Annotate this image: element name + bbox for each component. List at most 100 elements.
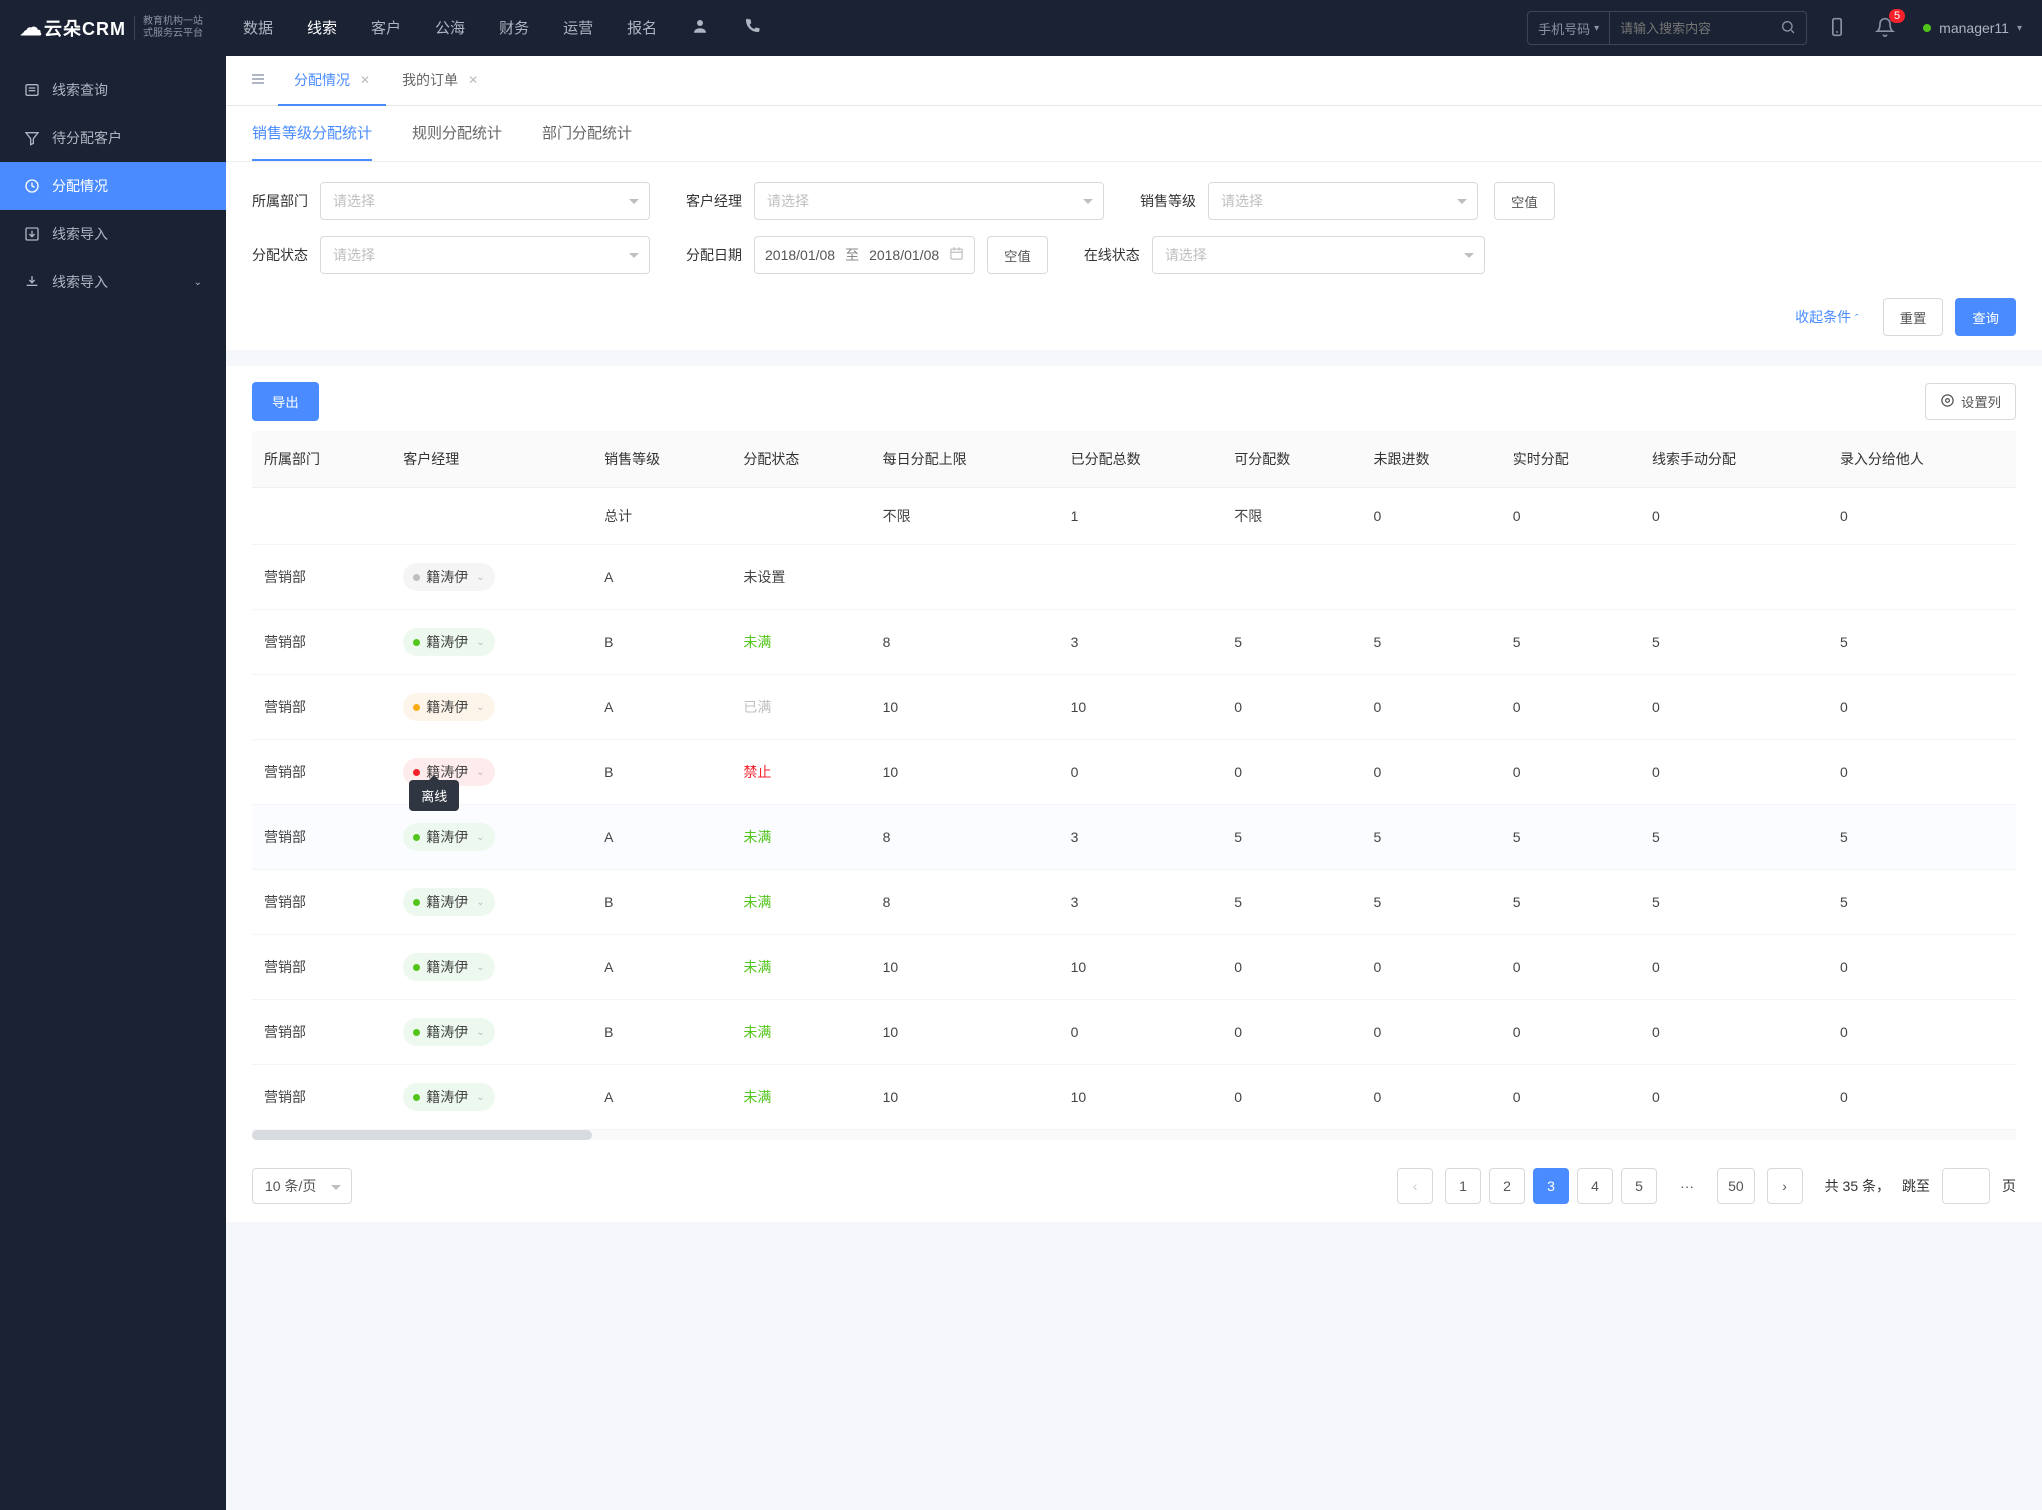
close-icon[interactable]: ✕ (360, 73, 370, 87)
chevron-down-icon: ⌄ (194, 277, 202, 288)
page-4[interactable]: 4 (1577, 1168, 1613, 1204)
columns-button[interactable]: 设置列 (1925, 383, 2016, 420)
online-filter-label: 在线状态 (1084, 245, 1140, 265)
phone-icon[interactable] (1827, 17, 1847, 40)
topmenu-1[interactable]: 线索 (307, 17, 337, 39)
dept-select[interactable]: 请选择 (320, 182, 650, 220)
user-menu[interactable]: manager11 ▾ (1923, 20, 2022, 36)
search-type-select[interactable]: 手机号码▾ (1528, 12, 1610, 44)
col-1: 客户经理 (391, 431, 592, 488)
manager-tag[interactable]: 籍涛伊⌄ (403, 693, 494, 721)
pagination: 10 条/页 ‹ 12345 ··· 50 › 共 35 条， 跳至 页 (226, 1150, 2042, 1222)
table-header-row: 所属部门客户经理销售等级分配状态每日分配上限已分配总数可分配数未跟进数实时分配线… (252, 431, 2016, 488)
table-row: 营销部籍涛伊⌄B未满8355555 (252, 870, 2016, 935)
sidebar-item-4[interactable]: 线索导入 ⌄ (0, 258, 226, 306)
topmenu-3[interactable]: 公海 (435, 17, 465, 39)
level-select[interactable]: 请选择 (1208, 182, 1478, 220)
col-6: 可分配数 (1222, 431, 1361, 488)
calendar-icon (949, 246, 964, 264)
level-empty-button[interactable]: 空值 (1494, 182, 1555, 220)
page-3[interactable]: 3 (1533, 1168, 1569, 1204)
export-button[interactable]: 导出 (252, 382, 319, 421)
table-row: 营销部籍涛伊⌄A未满101000000 (252, 1065, 2016, 1130)
sidebar-item-label: 线索导入 (52, 224, 108, 244)
sub-tab-1[interactable]: 规则分配统计 (412, 106, 502, 161)
collapse-filters-link[interactable]: 收起条件 ˆ (1795, 307, 1859, 327)
sub-tab-2[interactable]: 部门分配统计 (542, 106, 632, 161)
close-icon[interactable]: ✕ (468, 73, 478, 87)
manager-tag[interactable]: 籍涛伊⌄ (403, 1083, 494, 1111)
sidebar-item-0[interactable]: 线索查询 (0, 66, 226, 114)
table-row: 营销部籍涛伊⌄B未满10000000 (252, 1000, 2016, 1065)
chevron-down-icon: ⌄ (476, 962, 484, 973)
logo: ☁ 云朵CRM 教育机构一站式服务云平台 (20, 15, 203, 41)
page-2[interactable]: 2 (1489, 1168, 1525, 1204)
topmenu-4[interactable]: 财务 (499, 17, 529, 39)
table-container: 所属部门客户经理销售等级分配状态每日分配上限已分配总数可分配数未跟进数实时分配线… (226, 431, 2042, 1150)
jump-page-input[interactable] (1942, 1168, 1990, 1204)
bell-icon[interactable]: 5 (1875, 17, 1895, 40)
manager-tag[interactable]: 籍涛伊⌄ (403, 823, 494, 851)
username: manager11 (1939, 20, 2009, 36)
top-menu: 数据 线索 客户 公海 财务 运营 报名 (243, 17, 761, 39)
page-tab-label: 我的订单 (402, 70, 458, 90)
reset-button[interactable]: 重置 (1883, 298, 1944, 336)
horizontal-scrollbar[interactable] (252, 1130, 2016, 1140)
online-dot-icon (1923, 24, 1931, 32)
date-empty-button[interactable]: 空值 (987, 236, 1048, 274)
manager-tag[interactable]: 籍涛伊⌄ (403, 563, 494, 591)
allocation-table: 所属部门客户经理销售等级分配状态每日分配上限已分配总数可分配数未跟进数实时分配线… (252, 431, 2016, 1130)
manager-name: 籍涛伊 (426, 697, 468, 717)
topmenu-6[interactable]: 报名 (627, 17, 657, 39)
search-icon[interactable] (1770, 19, 1806, 38)
manager-tag[interactable]: 籍涛伊⌄ (403, 888, 494, 916)
prev-page-button[interactable]: ‹ (1397, 1168, 1433, 1204)
table-row: 营销部籍涛伊⌄A未设置 (252, 545, 2016, 610)
sidebar-toggle-icon[interactable] (238, 71, 278, 90)
sidebar-item-label: 线索导入 (52, 272, 108, 292)
topmenu-0[interactable]: 数据 (243, 17, 273, 39)
manager-tag[interactable]: 籍涛伊⌄ (403, 953, 494, 981)
page-tab-1[interactable]: 我的订单 ✕ (386, 56, 494, 106)
search-input[interactable] (1610, 21, 1770, 36)
sub-tab-0[interactable]: 销售等级分配统计 (252, 106, 372, 161)
page-1[interactable]: 1 (1445, 1168, 1481, 1204)
status-dot-icon (413, 574, 420, 581)
page-5[interactable]: 5 (1621, 1168, 1657, 1204)
sidebar-item-3[interactable]: 线索导入 (0, 210, 226, 258)
status-dot-icon (413, 704, 420, 711)
next-page-button[interactable]: › (1767, 1168, 1803, 1204)
top-navbar: ☁ 云朵CRM 教育机构一站式服务云平台 数据 线索 客户 公海 财务 运营 报名 手机号码… (0, 0, 2042, 56)
status-dot-icon (413, 1094, 420, 1101)
manager-select[interactable]: 请选择 (754, 182, 1104, 220)
manager-name: 籍涛伊 (426, 632, 468, 652)
import-icon (24, 226, 40, 242)
page-size-select[interactable]: 10 条/页 (252, 1168, 352, 1204)
level-filter-label: 销售等级 (1140, 191, 1196, 211)
user-icon[interactable] (691, 17, 709, 39)
sidebar-item-1[interactable]: 待分配客户 (0, 114, 226, 162)
gear-icon (1940, 393, 1955, 411)
page-tab-0[interactable]: 分配情况✕ (278, 56, 386, 106)
status-select[interactable]: 请选择 (320, 236, 650, 274)
call-icon[interactable] (743, 17, 761, 39)
date-from: 2018/01/08 (765, 247, 835, 263)
chevron-down-icon: ⌄ (476, 1092, 484, 1103)
manager-filter-label: 客户经理 (686, 191, 742, 211)
page-last[interactable]: 50 (1717, 1168, 1755, 1204)
sub-tabs: 销售等级分配统计规则分配统计部门分配统计 (226, 106, 2042, 162)
dept-filter-label: 所属部门 (252, 191, 308, 211)
list-icon (24, 82, 40, 98)
manager-tag[interactable]: 籍涛伊⌄ (403, 1018, 494, 1046)
sidebar-item-2[interactable]: 分配情况 (0, 162, 226, 210)
query-button[interactable]: 查询 (1955, 298, 2016, 336)
chevron-down-icon: ⌄ (476, 637, 484, 648)
topmenu-5[interactable]: 运营 (563, 17, 593, 39)
page-ellipsis: ··· (1669, 1168, 1705, 1204)
date-range-picker[interactable]: 2018/01/08 至 2018/01/08 (754, 236, 975, 274)
online-select[interactable]: 请选择 (1152, 236, 1485, 274)
topmenu-2[interactable]: 客户 (371, 17, 401, 39)
manager-tag[interactable]: 籍涛伊 ⌄ (403, 628, 494, 656)
filter-icon (24, 130, 40, 146)
status-dot-icon (413, 639, 420, 646)
